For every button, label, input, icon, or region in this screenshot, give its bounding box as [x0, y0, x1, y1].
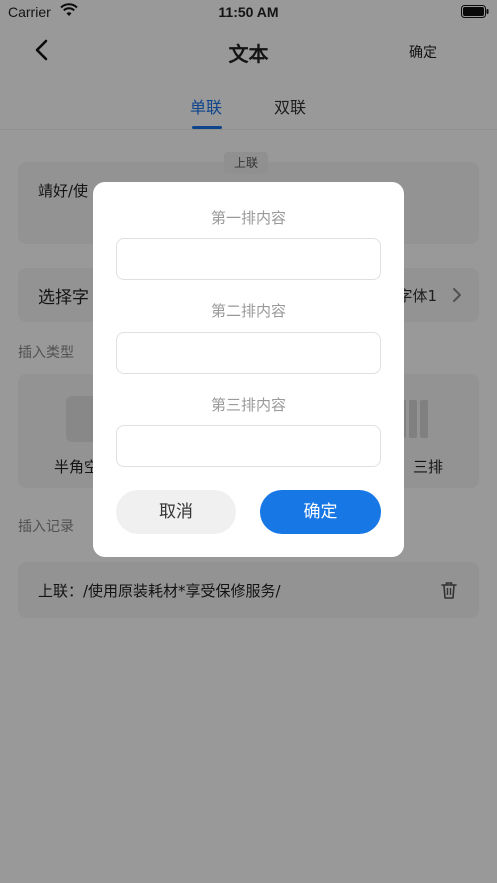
cancel-button[interactable]: 取消 — [116, 490, 236, 534]
row1-label: 第一排内容 — [210, 209, 286, 227]
ok-button[interactable]: 确定 — [260, 490, 381, 534]
row3-label: 第三排内容 — [210, 396, 286, 414]
row2-input[interactable] — [116, 332, 381, 374]
row1-input[interactable] — [116, 238, 381, 280]
triple-row-input-dialog: 第一排内容 第二排内容 第三排内容 取消 确定 — [93, 182, 404, 557]
row3-input[interactable] — [116, 425, 381, 467]
row2-label: 第二排内容 — [210, 302, 286, 320]
